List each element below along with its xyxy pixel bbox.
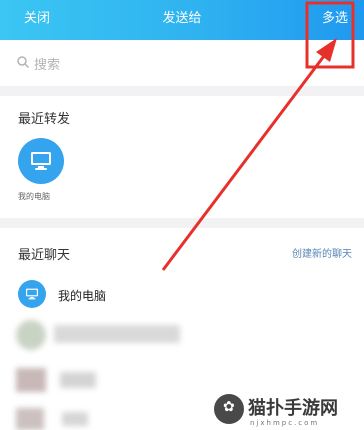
monitor-icon (26, 288, 38, 300)
blurred-avatar (16, 320, 46, 350)
watermark-url: njxhmpc.com (250, 419, 320, 427)
search-placeholder: 搜索 (34, 58, 61, 73)
search-icon (17, 56, 30, 69)
recent-forward-title: 最近转发 (18, 112, 71, 127)
chat-row-name: 我的电脑 (58, 289, 107, 303)
recent-chats-title: 最近聊天 (18, 248, 71, 263)
blurred-avatar (16, 368, 46, 392)
multi-select-button[interactable]: 多选 (322, 11, 348, 27)
watermark-logo: ✿ (214, 394, 244, 424)
blurred-name (62, 412, 88, 426)
section-divider (0, 86, 364, 96)
monitor-icon (31, 152, 51, 170)
avatar (18, 280, 46, 308)
recent-forward-item-my-computer[interactable] (18, 138, 64, 184)
blurred-name (54, 325, 180, 343)
page-title: 发送给 (162, 11, 202, 26)
blurred-name (60, 372, 96, 388)
watermark-text: 猫扑手游网 (248, 398, 338, 419)
recent-forward-label: 我的电脑 (18, 192, 50, 201)
section-divider (0, 218, 364, 228)
create-new-chat-link[interactable]: 创建新的聊天 (292, 245, 352, 260)
blurred-avatar (16, 408, 44, 430)
search-bar[interactable]: 搜索 (0, 40, 364, 86)
header-bar: 关闭 发送给 多选 (0, 0, 364, 40)
